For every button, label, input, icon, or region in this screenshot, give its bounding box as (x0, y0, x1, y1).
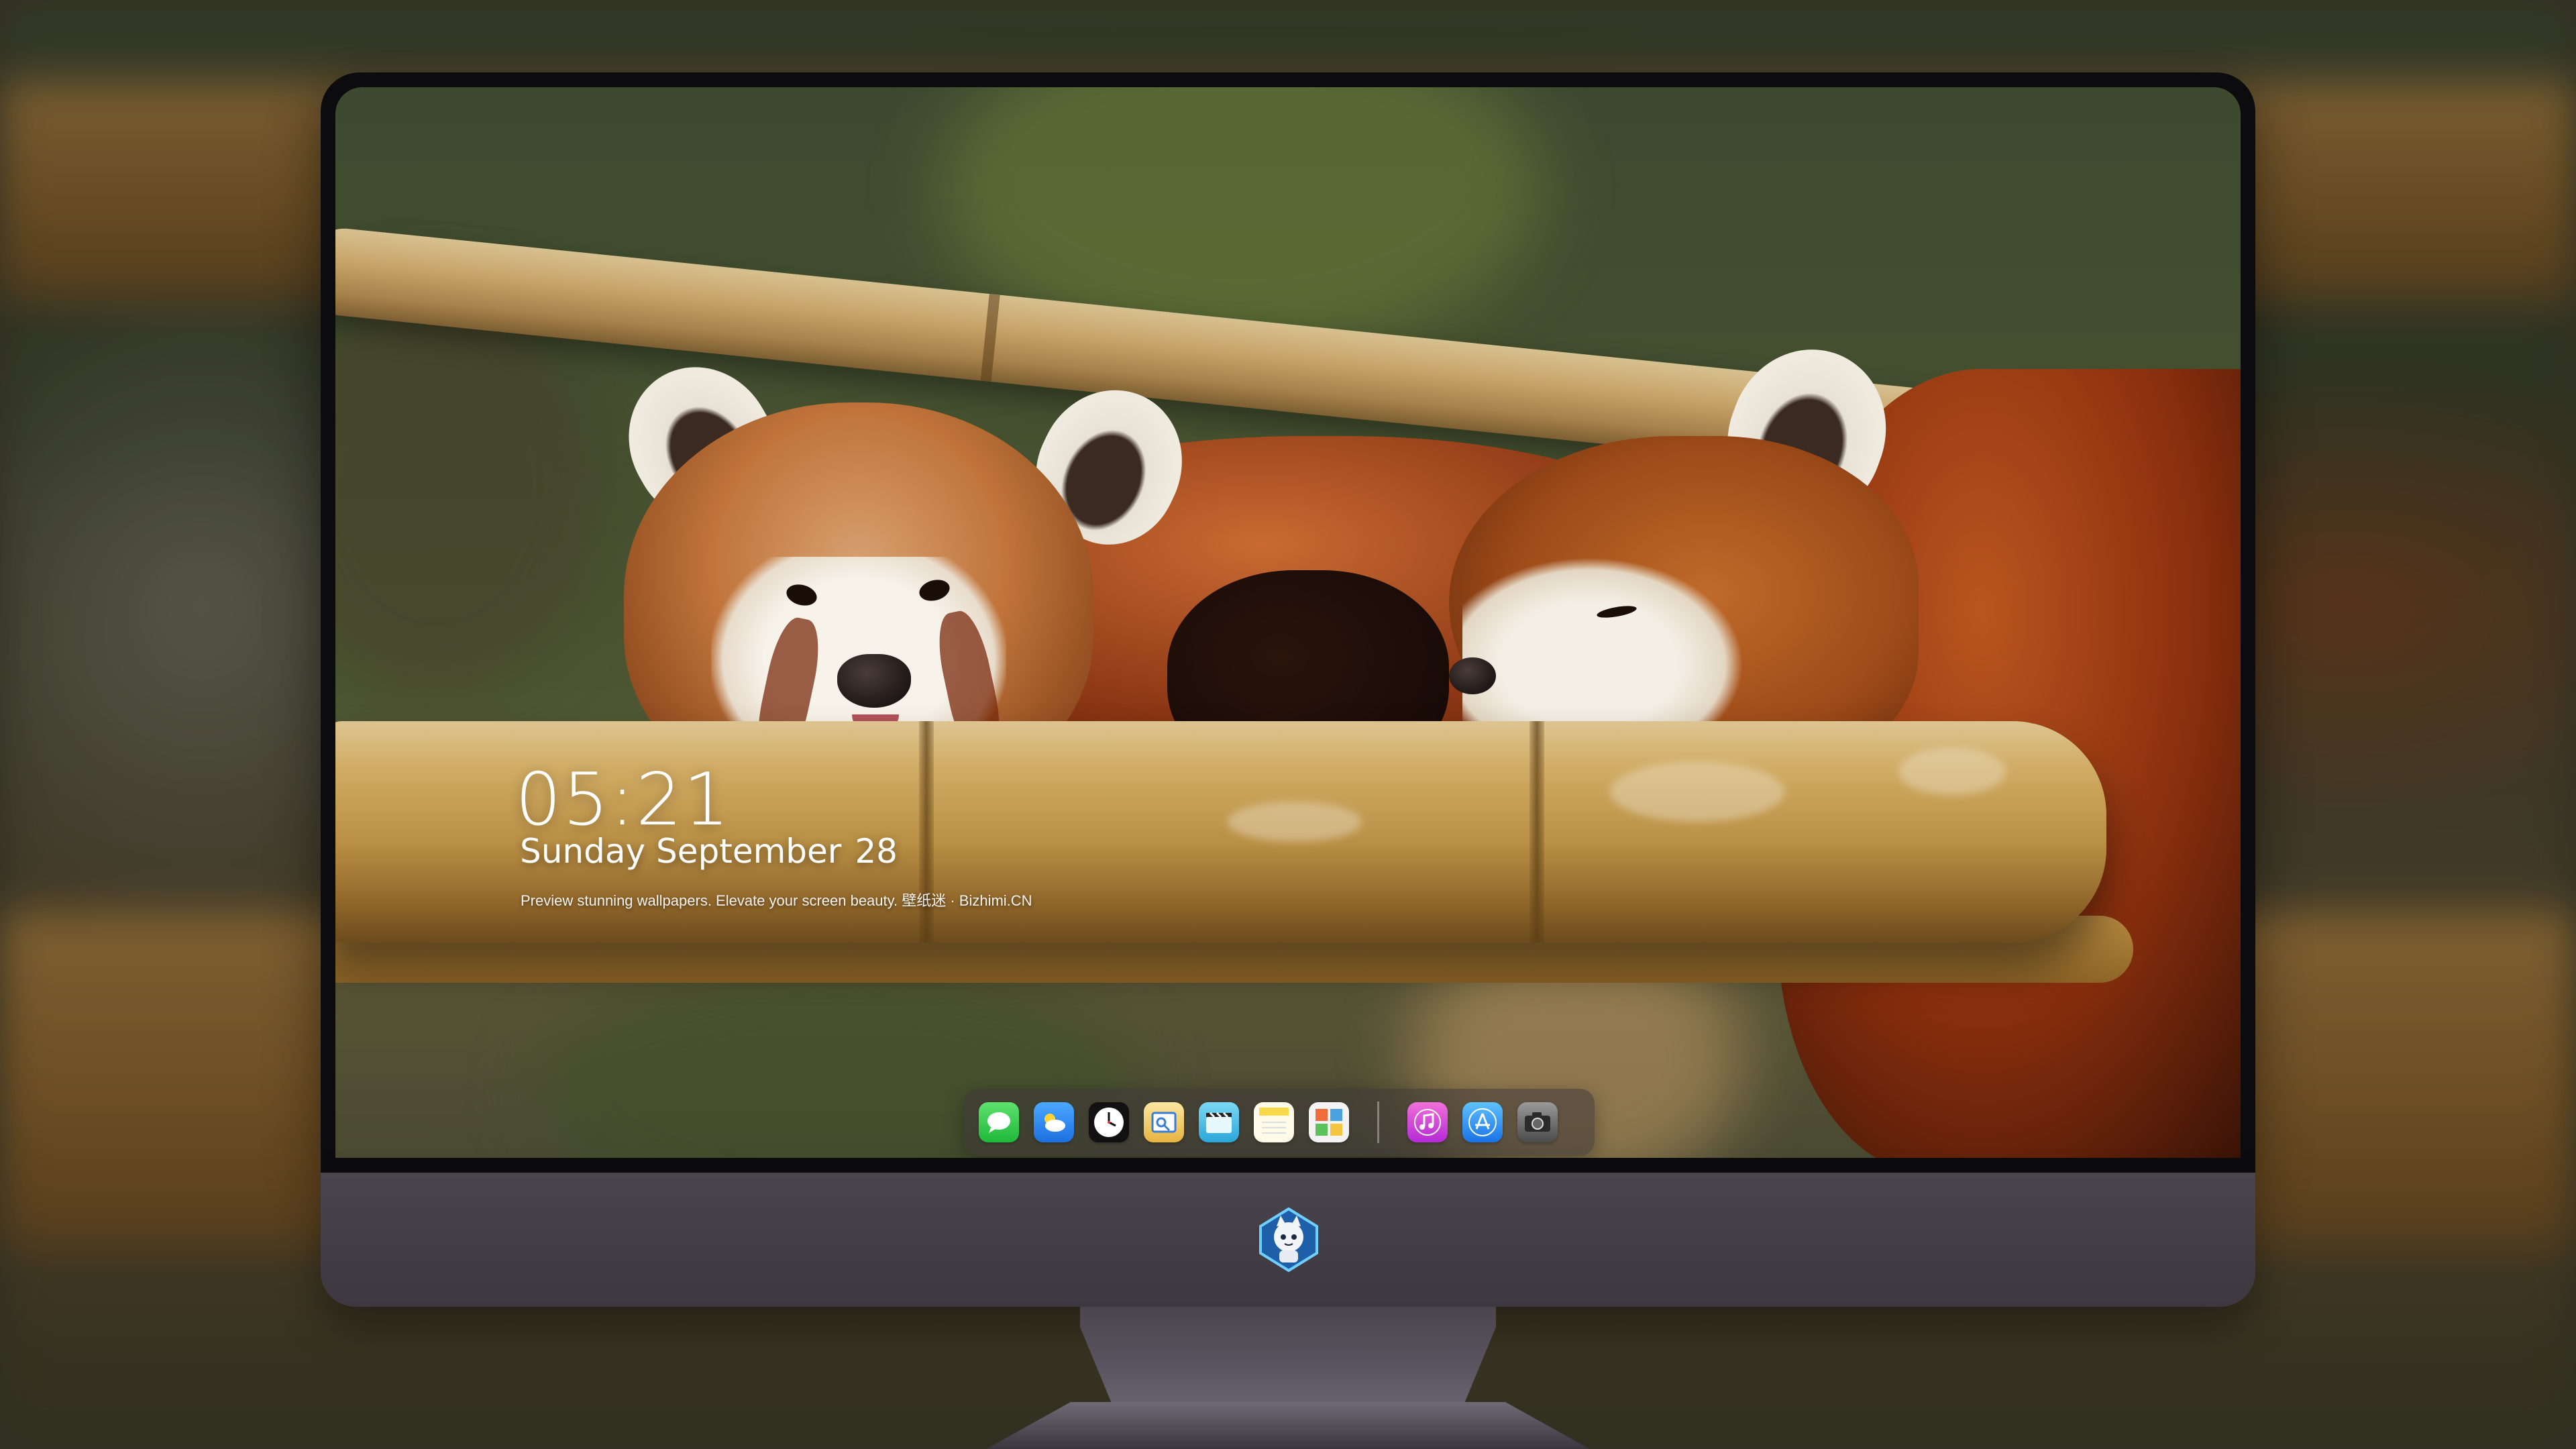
video-icon[interactable] (1199, 1102, 1239, 1142)
date-weekday-month: Sunday September (520, 832, 842, 871)
music-icon[interactable] (1407, 1102, 1448, 1142)
camera-icon[interactable] (1517, 1102, 1558, 1142)
photos-icon[interactable] (1309, 1102, 1349, 1142)
dock-separator (1377, 1102, 1379, 1143)
monitor-stand-base (986, 1402, 1590, 1449)
monitor-stand (1080, 1307, 1496, 1407)
monitor: 05:21 Sunday September 28 Preview stunnin… (321, 72, 2255, 1307)
monitor-chin (321, 1173, 2255, 1307)
date-day: 28 (855, 832, 898, 871)
dock (964, 1089, 1595, 1156)
lock-screen[interactable]: 05:21 Sunday September 28 Preview stunnin… (335, 87, 2241, 1158)
lock-screen-time: 05:21 (515, 758, 731, 842)
preview-icon[interactable] (1144, 1102, 1184, 1142)
weather-icon[interactable] (1034, 1102, 1074, 1142)
lock-screen-date: Sunday September 28 (520, 832, 898, 871)
app-store-icon[interactable] (1462, 1102, 1503, 1142)
screen-bezel: 05:21 Sunday September 28 Preview stunnin… (321, 72, 2255, 1173)
messages-icon[interactable] (979, 1102, 1019, 1142)
notes-icon[interactable] (1254, 1102, 1294, 1142)
wallpaper-tagline: Preview stunning wallpapers. Elevate you… (521, 892, 1032, 909)
mascot-logo-icon (1255, 1206, 1322, 1273)
clock-icon[interactable] (1089, 1102, 1129, 1142)
